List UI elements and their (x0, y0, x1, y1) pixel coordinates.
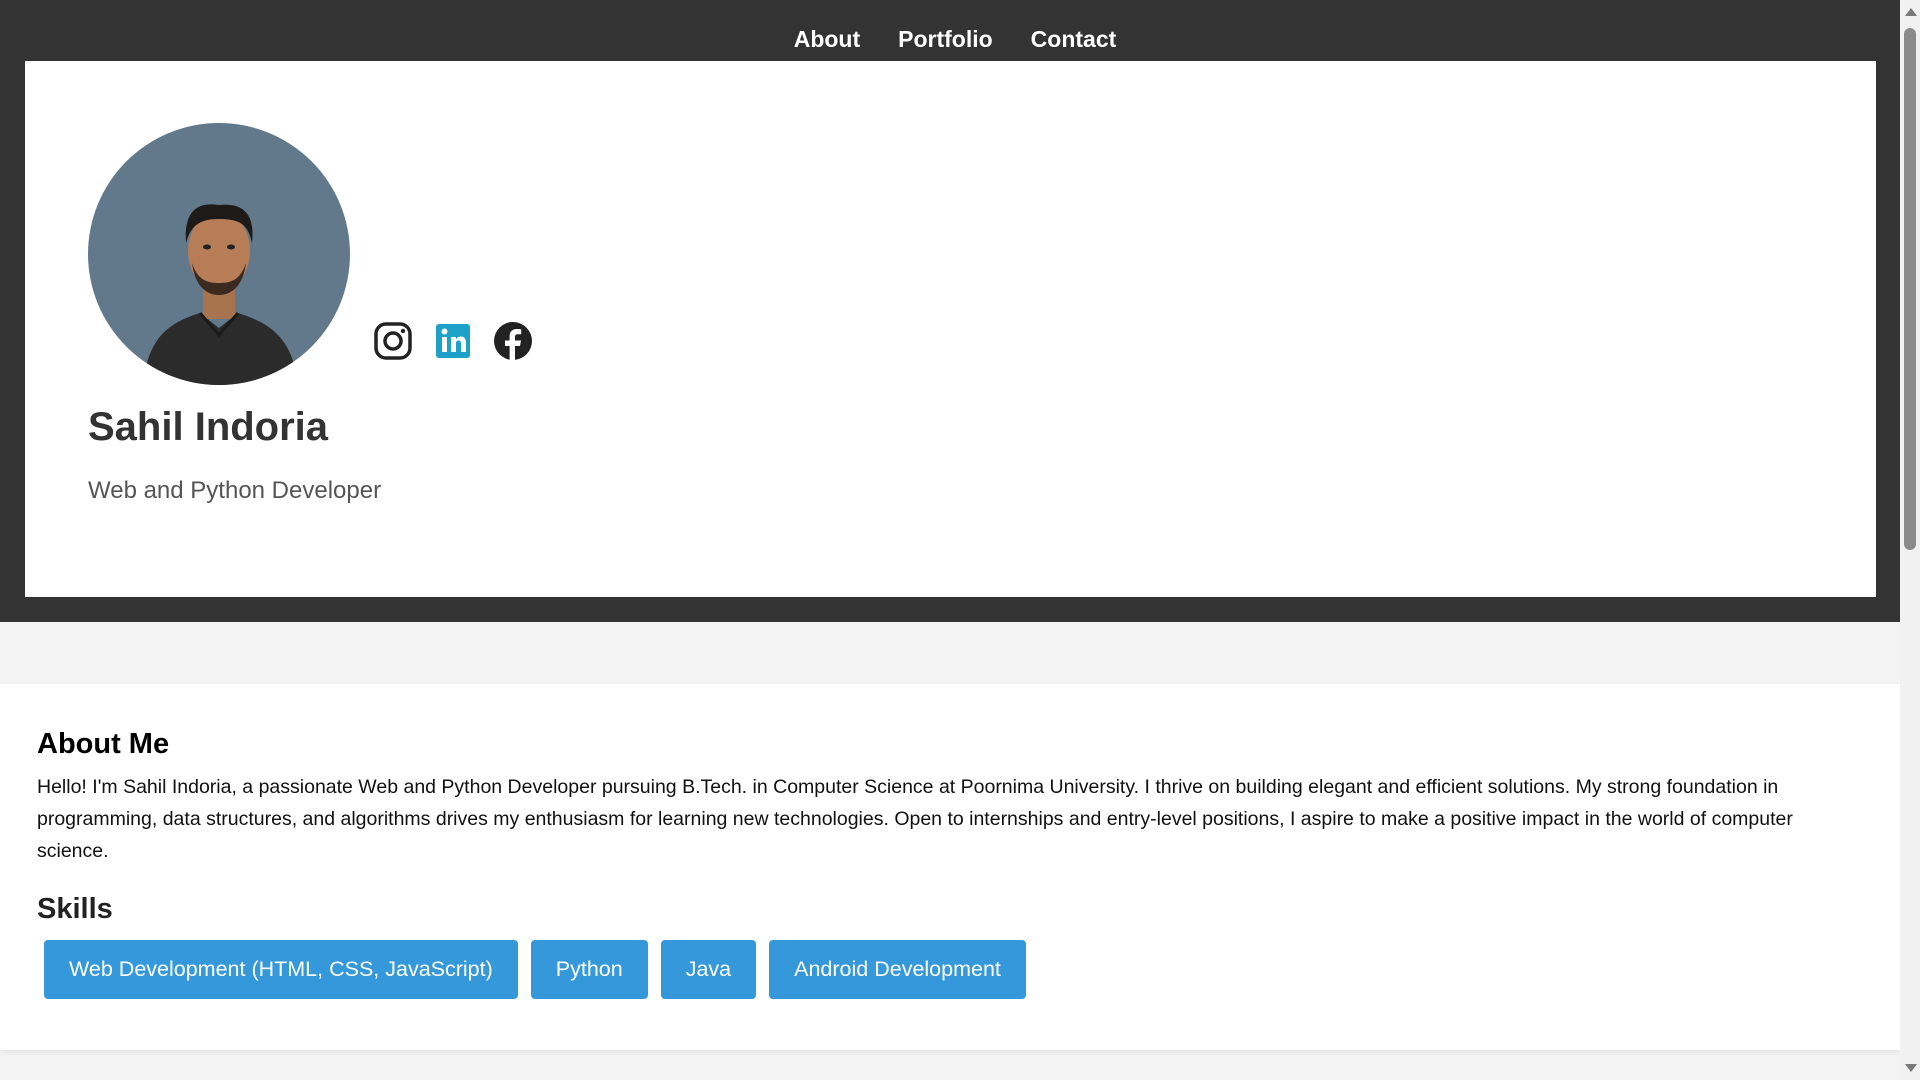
nav-about-link[interactable]: About (794, 26, 860, 53)
scroll-up-arrow-icon[interactable] (1905, 8, 1917, 16)
skills-list: Web Development (HTML, CSS, JavaScript) … (37, 940, 1863, 999)
profile-photo (143, 204, 298, 385)
skill-java[interactable]: Java (660, 940, 757, 999)
about-text: Hello! I'm Sahil Indoria, a passionate W… (37, 776, 1793, 862)
scrollbar-thumb[interactable] (1904, 28, 1916, 550)
avatar (88, 123, 350, 385)
profile-card: Sahil Indoria Web and Python Developer (25, 61, 1876, 597)
about-heading: About Me (37, 728, 170, 760)
instagram-icon[interactable] (373, 321, 413, 361)
skill-python[interactable]: Python (530, 940, 648, 999)
linkedin-icon[interactable] (433, 321, 473, 361)
skills-heading: Skills (37, 893, 113, 925)
facebook-icon[interactable] (493, 321, 533, 361)
scroll-down-arrow-icon[interactable] (1905, 1064, 1917, 1072)
top-nav: About Portfolio Contact (0, 26, 1900, 53)
skill-android-development[interactable]: Android Development (769, 940, 1026, 999)
nav-portfolio-link[interactable]: Portfolio (898, 26, 993, 53)
nav-contact-link[interactable]: Contact (1031, 26, 1117, 53)
about-section: About Me Hello! I'm Sahil Indoria, a pas… (0, 684, 1900, 1050)
page: About Portfolio Contact Sahil Indoria We… (0, 0, 1900, 1080)
skill-web-development[interactable]: Web Development (HTML, CSS, JavaScript) (44, 940, 518, 999)
profile-name: Sahil Indoria (88, 405, 329, 449)
header: About Portfolio Contact Sahil Indoria We… (0, 0, 1900, 622)
social-links (373, 321, 533, 361)
profile-role: Web and Python Developer (88, 477, 382, 504)
vertical-scrollbar[interactable] (1900, 0, 1920, 1080)
